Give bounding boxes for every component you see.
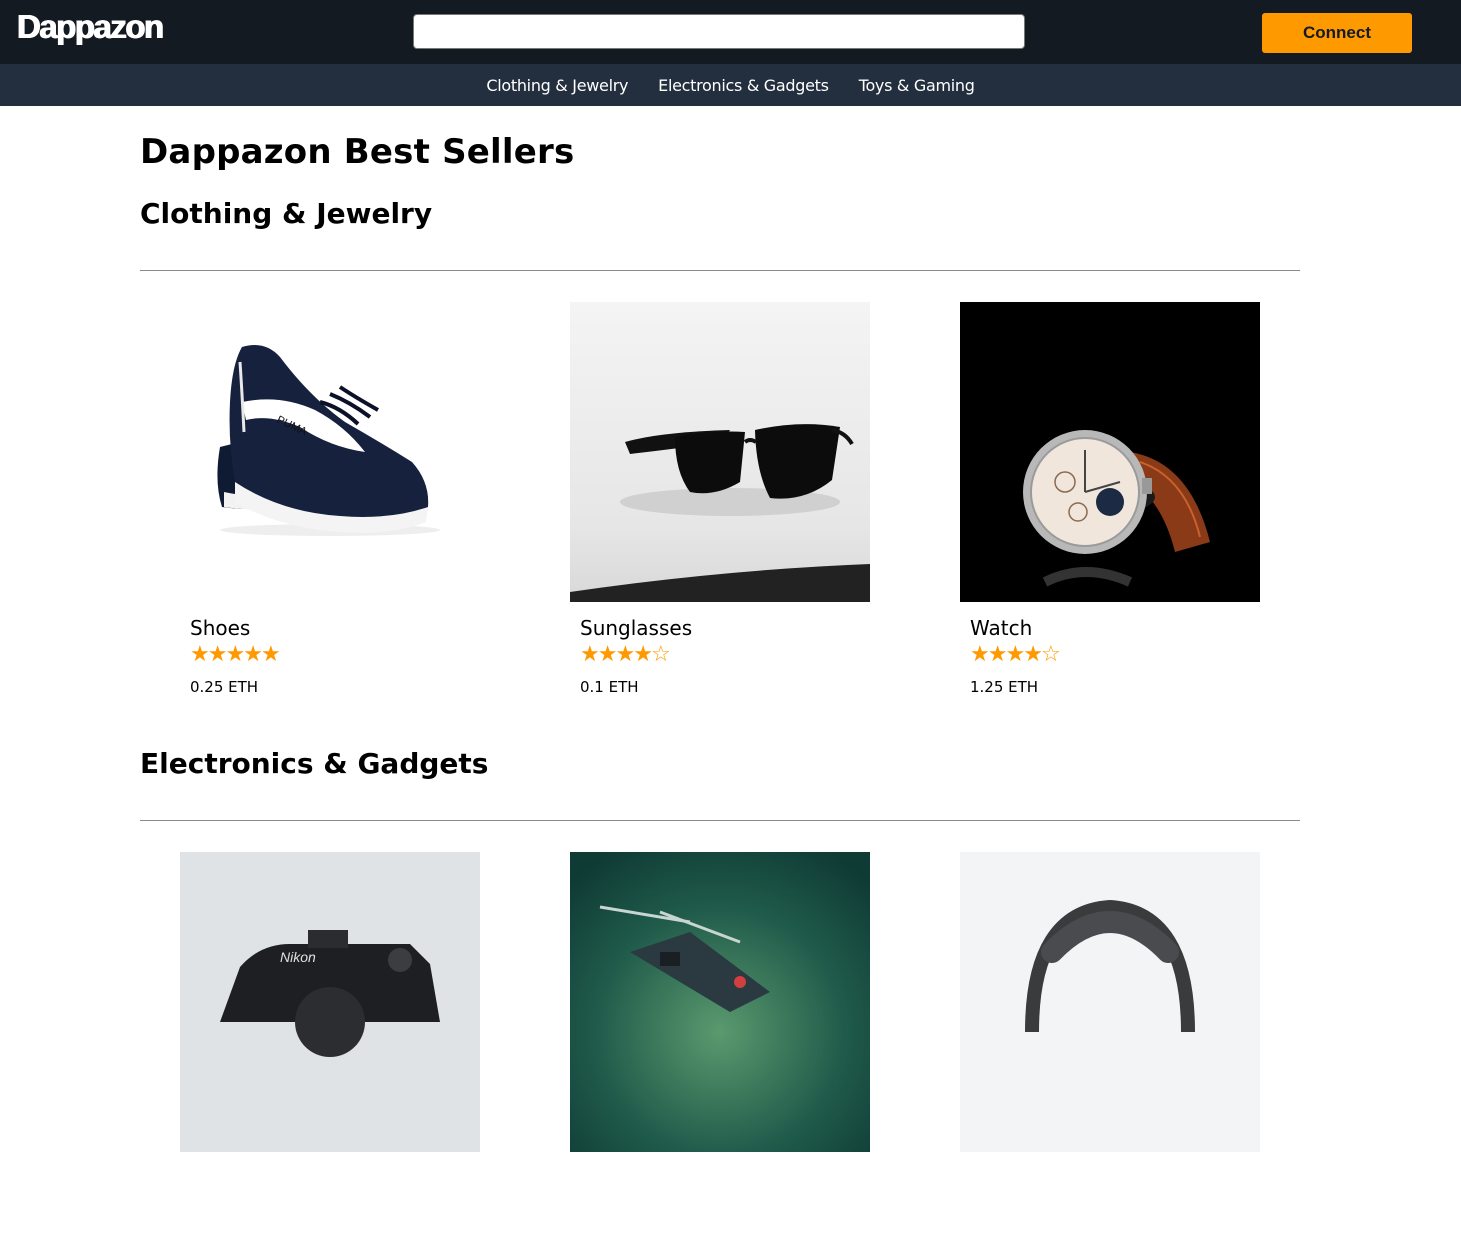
star-filled-icon: ★ [1023,642,1043,667]
star-filled-icon: ★ [207,642,228,667]
star-filled-icon: ★ [225,642,245,667]
shoe-image[interactable]: PUMA [180,302,480,602]
product-card-headset[interactable] [960,852,1260,1152]
product-name[interactable]: Watch [970,616,1032,640]
top-header: Dappazon Connect [0,0,1461,64]
star-empty-icon: ☆ [650,642,671,667]
nav-item-toys-gaming[interactable]: Toys & Gaming [859,76,975,95]
star-filled-icon: ★ [615,642,635,667]
headset-image[interactable] [960,852,1260,1152]
section-divider [140,270,1300,271]
drone-image[interactable] [570,852,870,1152]
search-input[interactable] [413,14,1025,49]
product-price: 0.1 ETH [580,678,639,696]
star-filled-icon: ★ [190,642,210,667]
star-filled-icon: ★ [1005,642,1025,667]
page-title: Dappazon Best Sellers [140,132,575,172]
product-name[interactable]: Sunglasses [580,616,692,640]
connect-button[interactable]: Connect [1262,13,1412,53]
product-card-shoes[interactable]: PUMA Shoes ★★★★★ 0.25 ETH [180,302,480,696]
star-rating: ★★★★☆ [970,642,1061,667]
star-filled-icon: ★ [580,642,600,667]
star-filled-icon: ★ [260,642,281,667]
star-filled-icon: ★ [987,642,1008,667]
nav-item-clothing-jewelry[interactable]: Clothing & Jewelry [486,76,628,95]
product-list: PUMA Shoes ★★★★★ 0.25 ETH Sunglasses ★★★… [140,302,1300,702]
product-card-sunglasses[interactable]: Sunglasses ★★★★☆ 0.1 ETH [570,302,870,696]
section-title: Electronics & Gadgets [140,747,489,780]
product-card-watch[interactable]: Watch ★★★★☆ 1.25 ETH [960,302,1260,696]
star-rating: ★★★★★ [190,642,281,667]
product-name[interactable]: Shoes [190,616,250,640]
section-title: Clothing & Jewelry [140,197,433,230]
star-filled-icon: ★ [597,642,618,667]
svg-text:Nikon: Nikon [280,949,316,965]
star-empty-icon: ☆ [1040,642,1061,667]
section-electronics-gadgets: Electronics & Gadgets Nikon [140,742,1300,1152]
logo[interactable]: Dappazon [17,8,164,46]
star-filled-icon: ★ [243,642,263,667]
star-filled-icon: ★ [633,642,653,667]
product-card-drone[interactable] [570,852,870,1152]
star-filled-icon: ★ [970,642,990,667]
nav-item-electronics-gadgets[interactable]: Electronics & Gadgets [658,76,829,95]
sunglasses-image[interactable] [570,302,870,602]
product-list: Nikon [140,852,1300,1252]
section-clothing-jewelry: Clothing & Jewelry PUMA Shoes ★★★★★ 0.25… [140,192,1300,696]
star-rating: ★★★★☆ [580,642,671,667]
product-price: 0.25 ETH [190,678,259,696]
watch-image[interactable] [960,302,1260,602]
product-price: 1.25 ETH [970,678,1039,696]
camera-image[interactable]: Nikon [180,852,480,1152]
section-divider [140,820,1300,821]
product-card-camera[interactable]: Nikon [180,852,480,1152]
category-nav: Clothing & Jewelry Electronics & Gadgets… [0,64,1461,106]
